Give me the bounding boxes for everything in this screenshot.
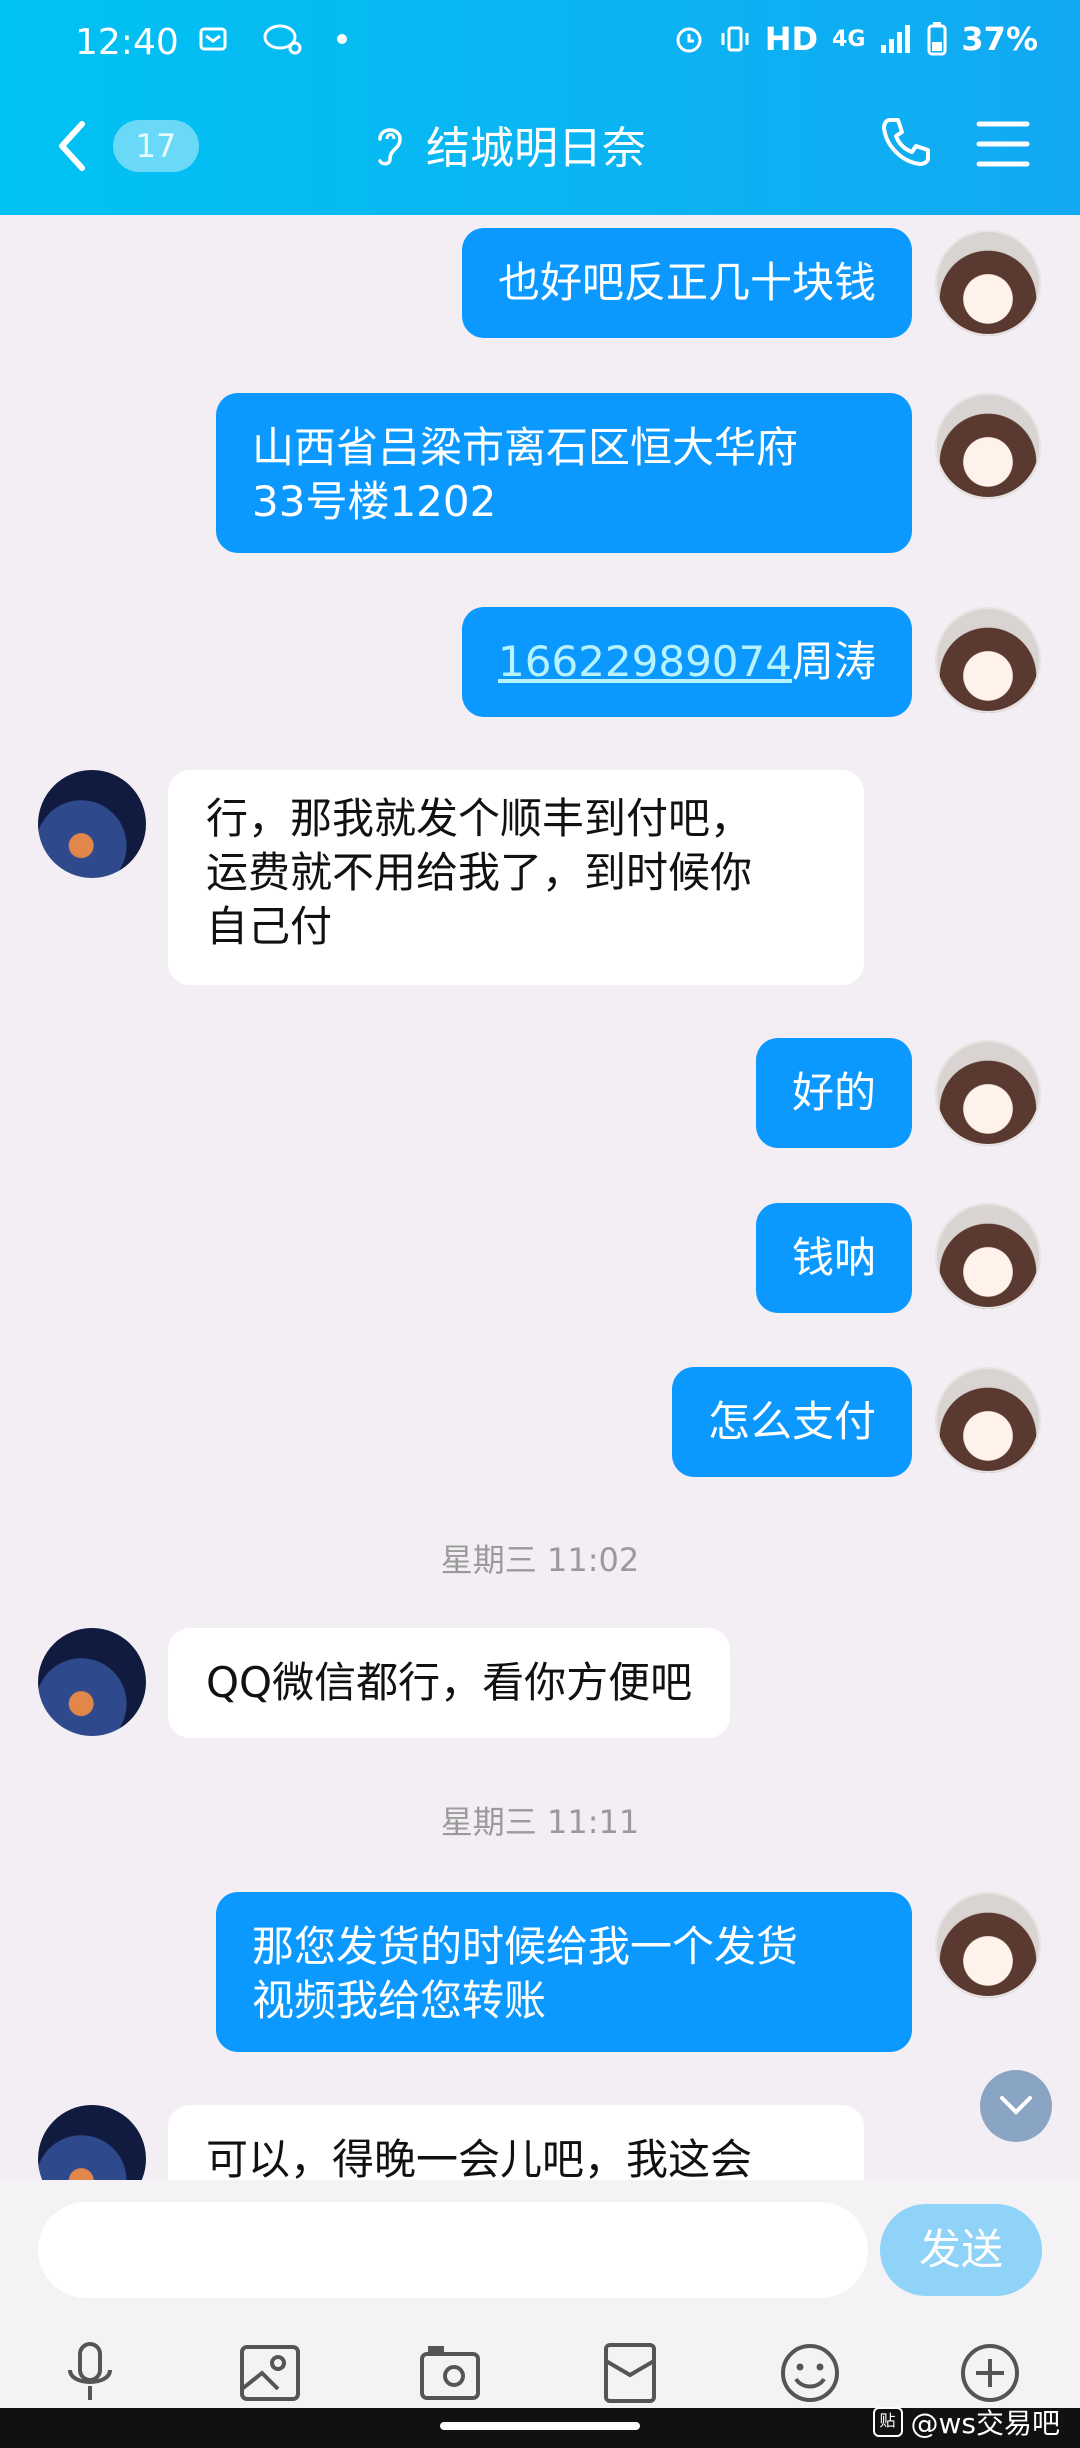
phone-number-link[interactable]: 16622989074 xyxy=(498,637,792,686)
watermark: 贴 @ws交易吧 xyxy=(872,2402,1061,2442)
timestamp: 星期三 11:02 xyxy=(440,1541,640,1579)
battery-level: 37% xyxy=(961,20,1038,58)
contact-avatar[interactable] xyxy=(38,1628,146,1736)
unread-badge[interactable]: 17 xyxy=(113,120,199,172)
message-text: 也好吧反正几十块钱 xyxy=(497,258,876,307)
emoji-icon xyxy=(781,2344,839,2402)
my-avatar[interactable] xyxy=(935,1892,1041,1998)
message-text-line: 33号楼1202 xyxy=(252,477,497,526)
battery-icon xyxy=(927,22,947,56)
vibrate-icon xyxy=(721,26,749,52)
contact-avatar[interactable] xyxy=(38,770,146,878)
tieba-logo-icon: 贴 xyxy=(872,2407,903,2437)
message-bubble-sent[interactable]: 怎么支付 xyxy=(671,1367,912,1477)
menu-button[interactable] xyxy=(975,118,1031,170)
mail-icon xyxy=(199,27,227,51)
message-text-line: 自己付 xyxy=(206,902,333,951)
camera-button[interactable] xyxy=(415,2338,485,2408)
alarm-icon xyxy=(676,27,702,53)
message-bubble-received[interactable]: 行，那我就发个顺丰到付吧， 运费就不用给我了，到时候你 自己付 xyxy=(168,770,864,985)
message-text-line: 山西省吕梁市离石区恒大华府 xyxy=(252,423,799,472)
message-input[interactable] xyxy=(38,2202,868,2298)
image-icon xyxy=(240,2345,300,2401)
message-bubble-sent[interactable]: 16622989074周涛 xyxy=(462,607,912,717)
message-bubble-received[interactable]: 可以，得晚一会儿吧，我这会 xyxy=(168,2105,864,2180)
phone-icon xyxy=(882,118,930,166)
my-avatar[interactable] xyxy=(935,1040,1041,1146)
plus-icon xyxy=(961,2344,1019,2402)
red-packet-icon xyxy=(604,2343,656,2403)
title-group: 结城明日奈 xyxy=(372,112,646,176)
status-bar: 12:40 HD 4G 37% xyxy=(0,0,1080,88)
voice-button[interactable] xyxy=(55,2338,125,2408)
chevron-down-icon xyxy=(1000,2096,1032,2115)
status-right: HD 4G 37% xyxy=(673,20,1038,58)
home-indicator[interactable] xyxy=(440,2422,640,2430)
send-button[interactable]: 发送 xyxy=(880,2204,1042,2296)
message-list[interactable]: 也好吧反正几十块钱 山西省吕梁市离石区恒大华府 33号楼1202 1662298… xyxy=(0,215,1080,2180)
mic-icon xyxy=(68,2342,112,2400)
message-text: 钱呐 xyxy=(791,1233,876,1282)
network-type: HD xyxy=(764,20,819,58)
my-avatar[interactable] xyxy=(935,1203,1041,1309)
my-avatar[interactable] xyxy=(935,230,1041,336)
message-text: 周涛 xyxy=(791,637,876,686)
scroll-to-bottom-button[interactable] xyxy=(980,2070,1052,2142)
photo-button[interactable] xyxy=(235,2338,305,2408)
more-button[interactable] xyxy=(955,2338,1025,2408)
timestamp: 星期三 11:11 xyxy=(440,1803,640,1841)
hamburger-icon xyxy=(976,121,1030,167)
message-bubble-received[interactable]: QQ微信都行，看你方便吧 xyxy=(168,1628,731,1738)
message-text: 好的 xyxy=(791,1068,876,1117)
watermark-text: @ws交易吧 xyxy=(910,2407,1061,2440)
contact-avatar[interactable] xyxy=(38,2105,146,2180)
ear-icon xyxy=(378,128,402,166)
my-avatar[interactable] xyxy=(935,607,1041,713)
my-avatar[interactable] xyxy=(935,393,1041,499)
chat-header: 12:40 HD 4G 37% 17 结城明日奈 xyxy=(0,0,1080,215)
red-packet-button[interactable] xyxy=(595,2338,665,2408)
message-bubble-sent[interactable]: 山西省吕梁市离石区恒大华府 33号楼1202 xyxy=(216,393,912,553)
call-button[interactable] xyxy=(878,114,938,174)
message-bubble-sent[interactable]: 也好吧反正几十块钱 xyxy=(461,228,912,338)
notification-icons xyxy=(198,22,348,56)
message-text: 可以，得晚一会儿吧，我这会 xyxy=(206,2135,753,2180)
chevron-left-icon xyxy=(59,121,85,171)
signal-icon xyxy=(881,25,911,53)
status-time: 12:40 xyxy=(75,22,179,63)
contact-name[interactable]: 结城明日奈 xyxy=(426,112,646,176)
message-text-line: 那您发货的时候给我一个发货 xyxy=(252,1922,799,1971)
message-text: QQ微信都行，看你方便吧 xyxy=(206,1658,693,1707)
message-text-line: 视频我给您转账 xyxy=(252,1976,547,2025)
message-text-line: 运费就不用给我了，到时候你 xyxy=(206,848,753,897)
nav-bar: 17 结城明日奈 xyxy=(0,108,1080,188)
back-button[interactable] xyxy=(52,116,112,180)
camera-icon xyxy=(420,2346,480,2400)
message-text: 怎么支付 xyxy=(707,1397,876,1446)
my-avatar[interactable] xyxy=(935,1367,1041,1473)
dot-icon xyxy=(337,34,347,44)
emoji-button[interactable] xyxy=(775,2338,845,2408)
message-bubble-sent[interactable]: 钱呐 xyxy=(755,1203,912,1313)
message-bubble-sent[interactable]: 那您发货的时候给我一个发货 视频我给您转账 xyxy=(216,1892,912,2052)
message-bubble-sent[interactable]: 好的 xyxy=(755,1038,912,1148)
message-text-line: 行，那我就发个顺丰到付吧， xyxy=(206,794,753,843)
chat-bubble-icon xyxy=(263,24,302,55)
signal-label: 4G xyxy=(832,26,866,52)
